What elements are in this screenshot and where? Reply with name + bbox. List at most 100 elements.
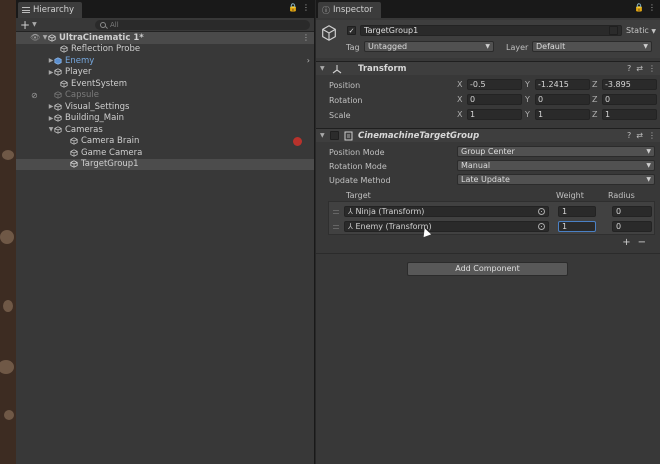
axis-y-label: Y [525,80,530,89]
item-label: Capsule [65,90,99,101]
divider [316,253,660,254]
chevron-down-icon[interactable]: ▼ [32,21,37,28]
scene-view-edge [0,0,16,464]
active-checkbox[interactable]: ✓ [347,26,356,35]
gameobject-icon [54,126,62,134]
rotation-mode-value: Manual [461,161,491,170]
tab-hierarchy[interactable]: Hierarchy [18,2,83,18]
scale-z-value[interactable]: 1 [602,109,657,120]
hierarchy-toolbar: + ▼ All [16,18,314,32]
position-x-value[interactable]: -0.5 [467,79,522,90]
rotation-mode-dropdown[interactable]: Manual ▼ [457,160,655,171]
item-label: Building_Main [65,113,125,124]
component-enabled-checkbox[interactable] [330,131,339,140]
list-item[interactable]: Camera Brain [16,136,314,148]
tag-dropdown[interactable]: Untagged ▼ [364,41,494,52]
chevron-right-icon[interactable]: › [307,56,310,65]
rotation-z-field[interactable]: Z0 [592,94,657,105]
target-weight-input[interactable]: 1 [558,221,596,232]
position-z-field[interactable]: Z -3.895 [592,79,657,90]
target-name: Ninja (Transform) [355,207,425,216]
list-item[interactable]: EventSystem [16,78,314,90]
list-item[interactable]: ▶ Visual_Settings [16,101,314,113]
position-y-field[interactable]: Y -1.2415 [525,79,590,90]
axis-y-label: Y [525,95,530,104]
rotation-z-value[interactable]: 0 [602,94,657,105]
layer-dropdown[interactable]: Default ▼ [532,41,652,52]
target-radius-input[interactable]: 0 [612,206,652,217]
transform-icon: ⅄ [348,207,353,216]
target-group-header[interactable]: ▼ CinemachineTargetGroup ? ⇄ ⋮ [316,128,660,142]
transform-header[interactable]: ▼ Transform ? ⇄ ⋮ [316,61,660,75]
add-target-button[interactable]: + [622,237,630,248]
panel-menu-icon[interactable]: ⋮ [648,3,656,12]
tab-inspector[interactable]: ⓘ Inspector [318,2,381,18]
scene-menu-icon[interactable]: ⋮ [302,33,310,42]
list-item[interactable]: ▶ Building_Main [16,113,314,125]
help-icon[interactable]: ? [627,131,631,140]
update-method-value: Late Update [461,175,510,184]
script-icon [344,131,353,141]
target-weight-input[interactable]: 1 [558,206,596,217]
preset-icon[interactable]: ⇄ [636,64,643,73]
position-x-field[interactable]: X -0.5 [457,79,522,90]
update-method-dropdown[interactable]: Late Update ▼ [457,174,655,185]
table-row[interactable]: ⅄ Ninja (Transform) 1 0 [329,205,654,219]
scale-x-field[interactable]: X1 [457,109,522,120]
component-menu-icon[interactable]: ⋮ [648,131,656,140]
scale-y-value[interactable]: 1 [535,109,590,120]
axis-x-label: X [457,110,463,119]
position-mode-dropdown[interactable]: Group Center ▼ [457,146,655,157]
table-row[interactable]: ⅄ Enemy (Transform) 1 0 [329,220,654,234]
create-button[interactable]: + [20,19,30,31]
visibility-icon[interactable]: 👁 [30,33,40,42]
list-item[interactable]: ▶ Enemy › [16,55,314,67]
position-z-value[interactable]: -3.895 [602,79,657,90]
item-label: Cameras [65,124,103,135]
object-name-input[interactable]: TargetGroup1 [360,25,622,36]
static-label[interactable]: Static ▼ [626,26,656,35]
preset-icon[interactable]: ⇄ [636,131,643,140]
target-object-field[interactable]: ⅄ Enemy (Transform) [344,221,549,232]
item-label: TargetGroup1 [81,159,139,170]
add-component-button[interactable]: Add Component [407,262,568,276]
rotation-x-field[interactable]: X0 [457,94,522,105]
list-item[interactable]: ⊘ Capsule [16,90,314,102]
lock-icon[interactable]: 🔒 [288,3,298,12]
list-item[interactable]: Reflection Probe [16,44,314,56]
axis-z-label: Z [592,95,598,104]
hierarchy-search-input[interactable]: All [95,20,310,30]
rotation-y-value[interactable]: 0 [535,94,590,105]
list-item[interactable]: ▶ Player [16,67,314,79]
fold-arrow-icon[interactable]: ▼ [320,132,325,139]
object-picker-icon[interactable] [538,208,545,215]
list-item-selected[interactable]: TargetGroup1 [16,158,314,170]
list-item[interactable]: Game Camera [16,147,314,159]
axis-x-label: X [457,95,463,104]
target-radius-input[interactable]: 0 [612,221,652,232]
object-picker-icon[interactable] [538,223,545,230]
position-y-value[interactable]: -1.2415 [535,79,590,90]
help-icon[interactable]: ? [627,64,631,73]
rotation-y-field[interactable]: Y0 [525,94,590,105]
fold-arrow-icon[interactable]: ▼ [320,65,325,72]
scale-z-field[interactable]: Z1 [592,109,657,120]
static-checkbox[interactable] [609,26,618,35]
scale-y-field[interactable]: Y1 [525,109,590,120]
remove-target-button[interactable]: − [638,237,646,248]
list-item[interactable]: ▼ Cameras [16,124,314,136]
drag-handle-icon[interactable] [333,210,339,214]
scene-icon [48,34,56,42]
hidden-icon[interactable]: ⊘ [31,91,38,100]
search-icon [100,22,106,28]
lock-icon[interactable]: 🔒 [634,3,644,12]
info-icon: ⓘ [322,5,330,15]
drag-handle-icon[interactable] [333,225,339,229]
target-object-field[interactable]: ⅄ Ninja (Transform) [344,206,549,217]
rotation-x-value[interactable]: 0 [467,94,522,105]
panel-menu-icon[interactable]: ⋮ [302,3,310,12]
list-add-remove: + − [622,237,646,248]
scene-row[interactable]: 👁 ▼ UltraCinematic 1* ⋮ [16,32,314,44]
scale-x-value[interactable]: 1 [467,109,522,120]
component-menu-icon[interactable]: ⋮ [648,64,656,73]
